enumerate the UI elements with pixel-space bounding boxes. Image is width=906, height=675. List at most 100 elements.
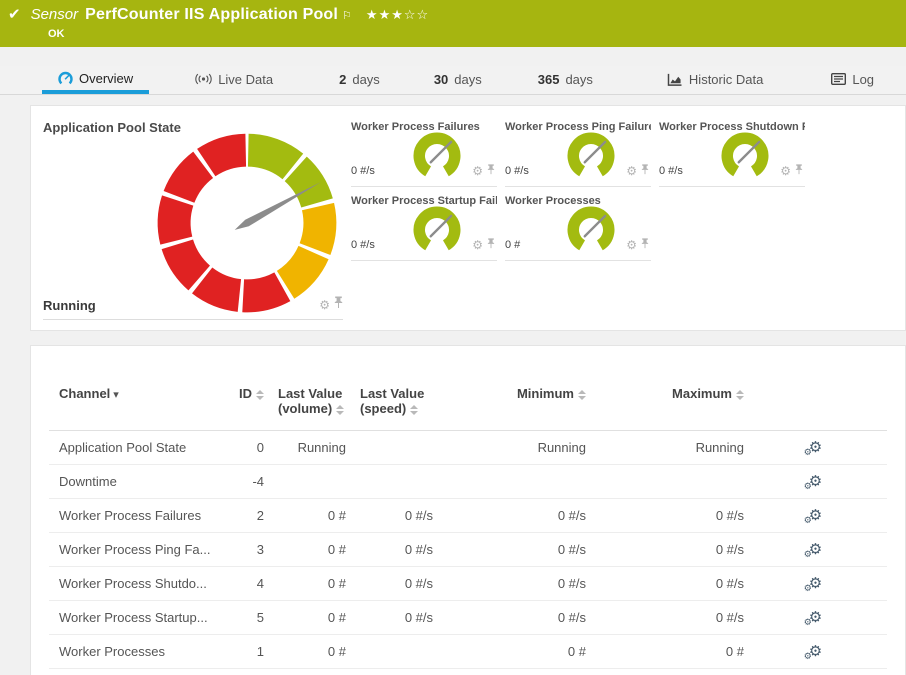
- gauge-tile-worker-process-ping-failures[interactable]: Worker Process Ping Failures 0 #/s ⚙: [505, 116, 651, 187]
- small-gauge-value: 0 #/s: [351, 239, 375, 251]
- channel-name[interactable]: Downtime: [49, 465, 214, 499]
- tab-log-label: Log: [852, 72, 874, 87]
- gear-icon: ⚙: [804, 550, 812, 559]
- header-last-value-speed[interactable]: Last Value (speed): [346, 346, 433, 431]
- table-row[interactable]: Worker Process Failures 2 0 # 0 #/s 0 #/…: [49, 499, 887, 533]
- channel-settings-icon[interactable]: ⚙⚙: [809, 610, 822, 625]
- table-header-row: Channel▾ ID Last Value (volume) Last Val…: [49, 346, 887, 431]
- channel-minimum: Running: [433, 431, 586, 465]
- small-gauge-title: Worker Process Shutdown Fa...: [659, 116, 805, 133]
- gauge-icon: [58, 71, 73, 86]
- gauge-gear-icon[interactable]: ⚙: [780, 165, 791, 177]
- sort-icon: [736, 390, 744, 400]
- tab-365-days[interactable]: 365 days: [536, 66, 595, 94]
- channel-last-value-volume: [264, 465, 346, 499]
- channel-settings-icon[interactable]: ⚙⚙: [809, 508, 822, 523]
- channel-last-value-volume: 0 #: [264, 533, 346, 567]
- channel-last-value-volume: 0 #: [264, 635, 346, 669]
- channel-name[interactable]: Worker Process Startup...: [49, 601, 214, 635]
- main-gauge-tile[interactable]: Application Pool State Running ⚙: [43, 116, 343, 320]
- gauge-gear-icon[interactable]: ⚙: [472, 239, 483, 251]
- gauge-pin-icon[interactable]: [641, 236, 649, 254]
- gauge-tile-worker-process-shutdown-failures[interactable]: Worker Process Shutdown Fa... 0 #/s ⚙: [659, 116, 805, 187]
- table-row[interactable]: Downtime -4 ⚙⚙: [49, 465, 887, 499]
- gear-icon: ⚙: [804, 584, 812, 593]
- header-channel[interactable]: Channel▾: [49, 346, 214, 431]
- channel-settings-icon[interactable]: ⚙⚙: [809, 542, 822, 557]
- header-id[interactable]: ID: [214, 346, 264, 431]
- stars-filled[interactable]: ★★★: [366, 7, 404, 22]
- tab-30-days-unit: days: [454, 72, 481, 87]
- gauge-tile-worker-process-startup-failures[interactable]: Worker Process Startup Failu... 0 #/s ⚙: [351, 190, 497, 261]
- channel-last-value-volume: 0 #: [264, 601, 346, 635]
- table-row[interactable]: Worker Process Shutdo... 4 0 # 0 #/s 0 #…: [49, 567, 887, 601]
- channel-id: 4: [214, 567, 264, 601]
- live-signal-icon: [195, 73, 212, 85]
- channel-last-value-speed: [346, 635, 433, 669]
- priority-stars[interactable]: ★★★☆☆: [366, 7, 429, 23]
- table-row[interactable]: Worker Processes 1 0 # 0 # 0 # ⚙⚙: [49, 635, 887, 669]
- priority-flag-icon[interactable]: ⚐: [342, 9, 352, 22]
- header-channel-label: Channel: [59, 386, 110, 401]
- sort-icon: [578, 390, 586, 400]
- tab-365-days-num: 365: [538, 72, 560, 87]
- channel-last-value-volume: 0 #: [264, 567, 346, 601]
- sensor-status-badge: OK: [48, 28, 896, 40]
- stars-empty[interactable]: ☆☆: [404, 7, 429, 22]
- channel-settings-icon[interactable]: ⚙⚙: [809, 576, 822, 591]
- channel-name[interactable]: Worker Process Shutdo...: [49, 567, 214, 601]
- gear-icon: ⚙: [804, 652, 812, 661]
- gauge-pin-icon[interactable]: [487, 236, 495, 254]
- tab-overview[interactable]: Overview: [42, 66, 149, 94]
- table-row[interactable]: Worker Process Startup... 5 0 # 0 #/s 0 …: [49, 601, 887, 635]
- channel-name[interactable]: Worker Process Failures: [49, 499, 214, 533]
- channel-settings-icon[interactable]: ⚙⚙: [809, 474, 822, 489]
- channel-last-value-speed: [346, 465, 433, 499]
- channel-minimum: 0 #/s: [433, 601, 586, 635]
- table-row[interactable]: Application Pool State 0 Running Running…: [49, 431, 887, 465]
- channel-name[interactable]: Application Pool State: [49, 431, 214, 465]
- gauge-pin-icon[interactable]: [334, 296, 343, 314]
- application-pool-state-gauge: [153, 129, 341, 317]
- gauge-gear-icon[interactable]: ⚙: [626, 239, 637, 251]
- tab-30-days[interactable]: 30 days: [432, 66, 484, 94]
- sort-icon: [410, 405, 418, 415]
- gauge-tile-worker-processes[interactable]: Worker Processes 0 # ⚙: [505, 190, 651, 261]
- small-gauge-arc: [721, 132, 769, 180]
- tab-365-days-unit: days: [565, 72, 592, 87]
- channel-name[interactable]: Worker Process Ping Fa...: [49, 533, 214, 567]
- tab-log[interactable]: Log: [829, 66, 876, 94]
- small-gauge-title: Worker Process Startup Failu...: [351, 190, 497, 207]
- header-last-value-volume[interactable]: Last Value (volume): [264, 346, 346, 431]
- channel-id: 1: [214, 635, 264, 669]
- channel-settings-icon[interactable]: ⚙⚙: [809, 440, 822, 455]
- table-row[interactable]: Worker Process Ping Fa... 3 0 # 0 #/s 0 …: [49, 533, 887, 567]
- small-gauge-arc: [567, 206, 615, 254]
- tab-2-days[interactable]: 2 days: [337, 66, 382, 94]
- tab-live-data[interactable]: Live Data: [193, 66, 275, 94]
- gauge-gear-icon[interactable]: ⚙: [319, 299, 330, 311]
- gauge-pin-icon[interactable]: [641, 162, 649, 180]
- channel-minimum: 0 #/s: [433, 567, 586, 601]
- channel-minimum: 0 #: [433, 635, 586, 669]
- channel-name[interactable]: Worker Processes: [49, 635, 214, 669]
- gauge-gear-icon[interactable]: ⚙: [626, 165, 637, 177]
- channel-settings-icon[interactable]: ⚙⚙: [809, 644, 822, 659]
- small-gauge-arc: [413, 132, 461, 180]
- channel-last-value-speed: 0 #/s: [346, 533, 433, 567]
- gauge-pin-icon[interactable]: [795, 162, 803, 180]
- channel-maximum: 0 #/s: [586, 533, 744, 567]
- channel-minimum: 0 #/s: [433, 499, 586, 533]
- ok-check-icon: ✔: [8, 5, 21, 23]
- header-minimum[interactable]: Minimum: [433, 346, 586, 431]
- gauge-pin-icon[interactable]: [487, 162, 495, 180]
- header-maximum[interactable]: Maximum: [586, 346, 744, 431]
- tab-historic-data[interactable]: Historic Data: [665, 66, 765, 94]
- sensor-kind-label: Sensor: [31, 6, 79, 23]
- gauge-tile-worker-process-failures[interactable]: Worker Process Failures 0 #/s ⚙: [351, 116, 497, 187]
- tab-overview-label: Overview: [79, 71, 133, 86]
- log-list-icon: [831, 73, 846, 85]
- chart-icon: [667, 73, 683, 86]
- channel-maximum: Running: [586, 431, 744, 465]
- gauge-gear-icon[interactable]: ⚙: [472, 165, 483, 177]
